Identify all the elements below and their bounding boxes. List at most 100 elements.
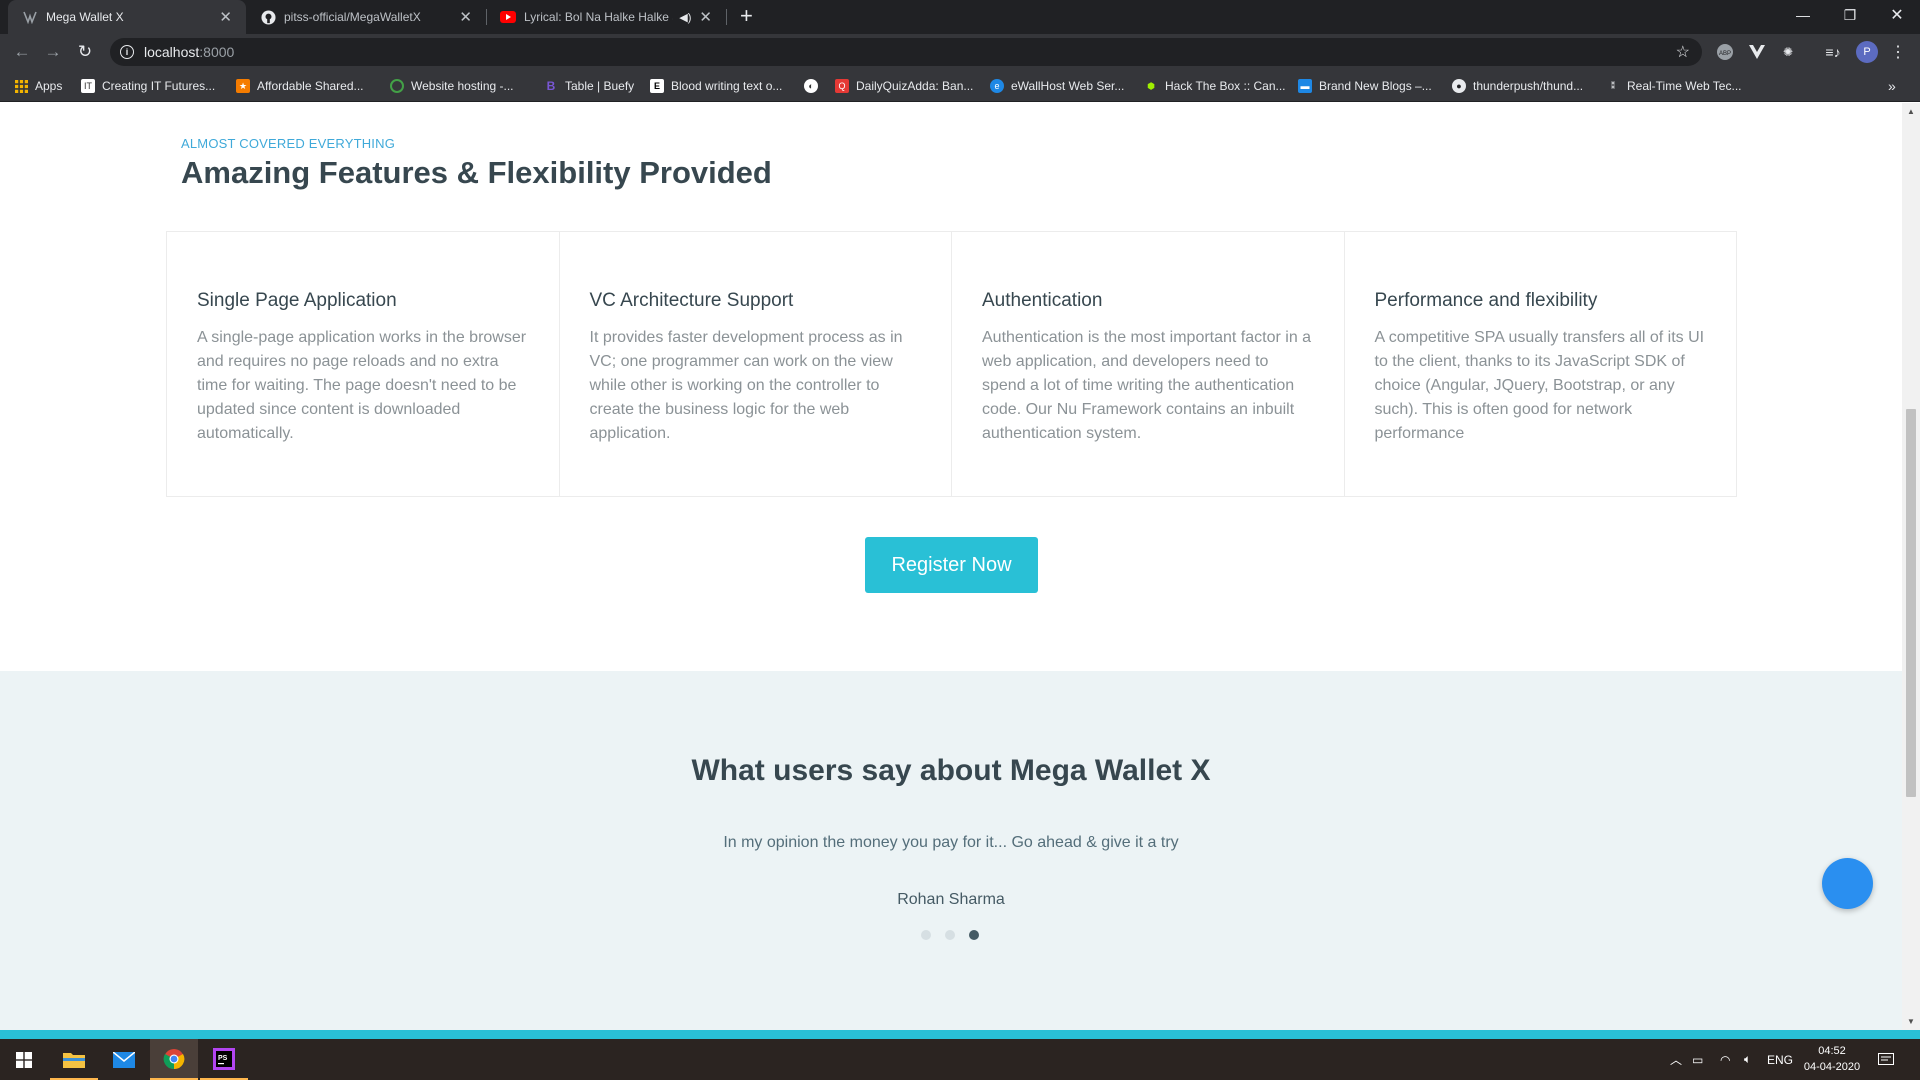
bookmark-apps[interactable]: Apps (14, 70, 62, 102)
back-icon[interactable]: ← (10, 40, 34, 64)
vue-devtools-icon[interactable] (1747, 42, 1767, 62)
feature-card-performance: Performance and flexibility A competitiv… (1345, 232, 1737, 496)
media-queue-icon[interactable]: ≡♪ (1823, 42, 1843, 62)
bookmark-site-icon: E (650, 79, 664, 93)
page-footer-band (0, 1030, 1920, 1039)
carousel-dot[interactable] (921, 930, 931, 940)
testimonials-section: What users say about Mega Wallet X In my… (0, 671, 1902, 1030)
feature-title: Performance and flexibility (1374, 290, 1598, 311)
feature-text: A single-page application works in the b… (197, 329, 527, 442)
testimonial-author: Rohan Sharma (897, 891, 1005, 908)
bookmark-site-icon: ▬ (1298, 79, 1312, 93)
wifi-icon[interactable]: ◠ (1720, 1039, 1730, 1080)
section-title: Amazing Features & Flexibility Provided (181, 155, 772, 190)
battery-icon[interactable]: ▭ (1692, 1039, 1703, 1080)
bookmark-item[interactable]: Q DailyQuizAdda: Ban... (835, 70, 973, 102)
github-icon: ● (1452, 79, 1466, 93)
github-icon (260, 9, 276, 25)
browser-tab-strip: Mega Wallet X ✕ pitss-official/MegaWalle… (0, 0, 1920, 34)
tab-title: Lyrical: Bol Na Halke Halke S (524, 10, 674, 24)
bookmark-site-icon: Q (835, 79, 849, 93)
carousel-dot-active[interactable] (969, 930, 979, 940)
new-tab-icon[interactable]: + (740, 5, 753, 27)
chrome-taskbar-icon[interactable] (150, 1039, 198, 1080)
scrollbar-thumb[interactable] (1906, 409, 1916, 797)
section-eyebrow: ALMOST COVERED EVERYTHING (181, 136, 396, 151)
tab-title: pitss-official/MegaWalletX (284, 10, 421, 24)
clock-date: 04-04-2020 (1803, 1061, 1861, 1073)
bookmark-item[interactable]: ★ Affordable Shared... (236, 70, 364, 102)
windows-start-icon[interactable] (0, 1039, 48, 1080)
globe-icon: ◐ (804, 79, 818, 93)
bookmarks-bar: Apps IT Creating IT Futures... ★ Affordabl… (0, 70, 1920, 102)
audio-playing-icon[interactable]: ◀) (679, 11, 691, 24)
profile-avatar[interactable]: P (1856, 41, 1878, 63)
bookmark-item[interactable]: IT Creating IT Futures... (81, 70, 215, 102)
tab-github-repo[interactable]: pitss-official/MegaWalletX ✕ (246, 0, 486, 34)
bookmark-site-icon: ★ (236, 79, 250, 93)
bookmark-star-icon[interactable]: ☆ (1676, 42, 1690, 62)
tab-mega-wallet-x[interactable]: Mega Wallet X ✕ (8, 0, 246, 34)
page-scrollbar[interactable]: ▲ ▼ (1902, 103, 1920, 1030)
tab-youtube-lyrical[interactable]: Lyrical: Bol Na Halke Halke S ◀) ✕ (486, 0, 726, 34)
carousel-dots (921, 930, 979, 940)
notifications-icon[interactable] (1878, 1039, 1894, 1080)
forward-icon[interactable]: → (41, 40, 65, 64)
taskbar-clock[interactable]: 04:52 04-04-2020 (1800, 1043, 1864, 1075)
address-bar[interactable]: i localhost:8000 ☆ (110, 38, 1702, 66)
features-grid: Single Page Application A single-page ap… (166, 231, 1737, 497)
bookmark-item[interactable]: ⁑ Real-Time Web Tec... (1606, 70, 1742, 102)
restore-icon[interactable]: ❐ (1827, 0, 1873, 30)
bookmark-item[interactable]: ⬢ Hack The Box :: Can... (1144, 70, 1285, 102)
scroll-up-icon[interactable]: ▲ (1907, 107, 1915, 116)
register-now-button[interactable]: Register Now (865, 537, 1038, 593)
feature-title: VC Architecture Support (589, 290, 794, 311)
close-tab-icon[interactable]: ✕ (699, 8, 712, 26)
language-indicator[interactable]: ENG (1767, 1039, 1793, 1080)
carousel-dot[interactable] (945, 930, 955, 940)
site-info-icon[interactable]: i (120, 45, 134, 59)
bookmark-site-icon: e (990, 79, 1004, 93)
feature-text: A competitive SPA usually transfers all … (1374, 329, 1705, 442)
testimonial-quote: In my opinion the money you pay for it..… (723, 834, 1179, 851)
file-explorer-icon[interactable] (50, 1039, 98, 1080)
wallet-icon (22, 9, 38, 25)
bookmark-item[interactable]: Website hosting -... (390, 70, 514, 102)
phpstorm-icon[interactable]: PS (200, 1039, 248, 1080)
more-bookmarks-icon[interactable]: » (1888, 70, 1896, 102)
feature-title: Single Page Application (197, 290, 397, 311)
floating-action-button[interactable] (1822, 858, 1873, 909)
adblock-extension-icon[interactable]: ABP (1715, 42, 1735, 62)
bookmark-item[interactable]: e eWallHost Web Ser... (990, 70, 1124, 102)
feature-card-vc-architecture: VC Architecture Support It provides fast… (560, 232, 952, 496)
show-hidden-icons-icon[interactable]: ︿ (1670, 1039, 1682, 1080)
tab-title: Mega Wallet X (46, 10, 124, 24)
bookmark-item[interactable]: ▬ Brand New Blogs –... (1298, 70, 1432, 102)
feature-text: It provides faster development process a… (589, 329, 903, 442)
mail-icon[interactable] (100, 1039, 148, 1080)
windows-taskbar: PS ︿ ▭ ◠ 🔈︎ ENG 04:52 04-04-2020 (0, 1039, 1920, 1080)
bookmark-site-icon (390, 79, 404, 93)
clock-time: 04:52 (1818, 1045, 1846, 1057)
chrome-menu-icon[interactable]: ⋮ (1888, 42, 1908, 62)
bookmark-item[interactable]: ● thunderpush/thund... (1452, 70, 1583, 102)
bookmark-item[interactable]: ◐ (804, 70, 825, 102)
testimonials-title: What users say about Mega Wallet X (691, 754, 1211, 787)
close-tab-icon[interactable]: ✕ (219, 8, 232, 26)
volume-icon[interactable]: 🔈︎ (1744, 1039, 1751, 1080)
browser-toolbar: ← → ↻ i localhost:8000 ☆ ABP ✺ ≡♪ ⋮ (0, 34, 1920, 70)
hackthebox-icon: ⬢ (1147, 80, 1155, 91)
close-tab-icon[interactable]: ✕ (459, 8, 472, 26)
feature-title: Authentication (982, 290, 1103, 311)
feature-card-spa: Single Page Application A single-page ap… (167, 232, 560, 496)
page-viewport: ALMOST COVERED EVERYTHING Amazing Featur… (0, 103, 1902, 1030)
close-window-icon[interactable]: ✕ (1874, 0, 1920, 30)
extension-gear-icon[interactable]: ✺ (1778, 42, 1798, 62)
bookmark-site-icon: ⁑ (1610, 80, 1616, 91)
bookmark-item[interactable]: B Table | Buefy (544, 70, 635, 102)
url-text[interactable]: localhost:8000 (144, 44, 234, 60)
bookmark-item[interactable]: E Blood writing text o... (650, 70, 782, 102)
minimize-icon[interactable]: — (1780, 0, 1826, 30)
reload-icon[interactable]: ↻ (73, 40, 97, 64)
scroll-down-icon[interactable]: ▼ (1907, 1017, 1915, 1026)
